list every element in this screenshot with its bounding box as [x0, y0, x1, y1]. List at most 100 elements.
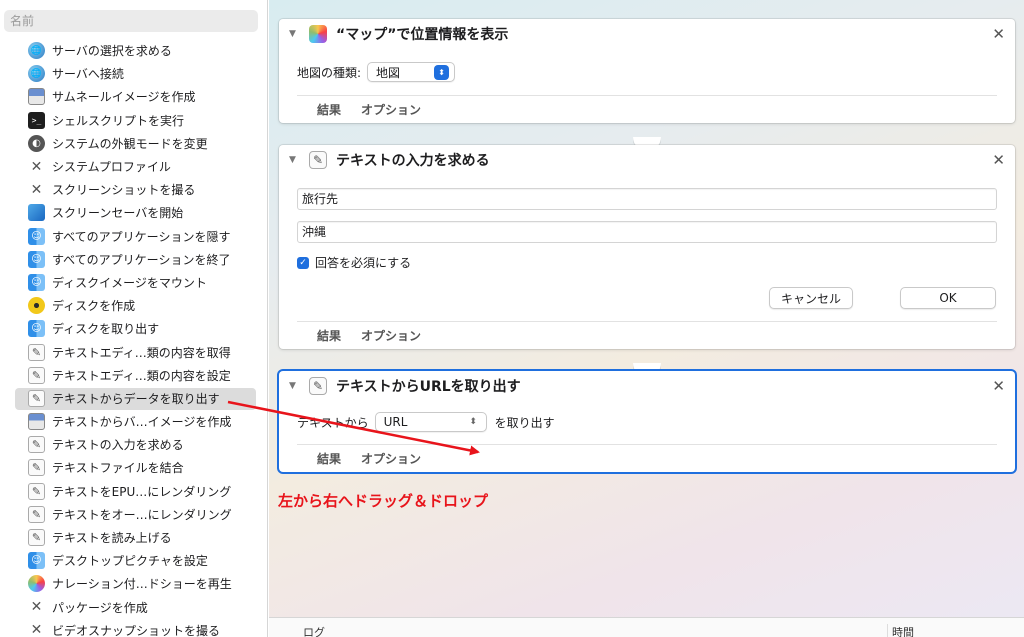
action-library: 名前 🌐 サーバの選択を求める 🌐 サーバへ接続 サムネールイメージを作成 >_ シェルスク…: [0, 0, 268, 637]
column-header-name[interactable]: 名前: [4, 10, 258, 32]
library-item-label: ビデオスナップショットを撮る: [52, 623, 221, 637]
library-item[interactable]: ✎ テキストをオー…にレンダリング: [0, 503, 267, 526]
tools-icon: ✕: [30, 599, 43, 616]
map-type-popup[interactable]: 地図 ⬍: [367, 62, 456, 82]
tab-results[interactable]: 結果: [317, 101, 341, 118]
library-item-label: ディスクを作成: [52, 299, 136, 314]
library-item-label: サーバへ接続: [52, 67, 124, 82]
finder-icon: ☺: [28, 320, 45, 338]
action-card-ask-for-text[interactable]: ▼ ✎ テキストの入力を求める ✕ 旅行先 沖縄 ✓ 回答を必須にする キャンセ…: [279, 145, 1015, 349]
library-item[interactable]: ✎ テキストをEPU…にレンダリング: [0, 480, 267, 503]
map-type-value: 地図: [376, 65, 401, 80]
photos-icon: [28, 575, 45, 593]
tools-icon: ✕: [30, 622, 43, 637]
updown-chevron-icon: ⬍: [469, 417, 477, 427]
preview-icon: [28, 413, 45, 431]
tab-results[interactable]: 結果: [317, 450, 341, 467]
library-item[interactable]: >_ シェルスクリプトを実行: [0, 109, 267, 132]
finder-icon: ☺: [28, 273, 45, 291]
tools-icon: ✕: [30, 158, 43, 175]
close-icon[interactable]: ✕: [992, 25, 1005, 43]
library-item[interactable]: サムネールイメージを作成: [0, 85, 267, 108]
library-item[interactable]: ✕ ビデオスナップショットを撮る: [0, 619, 267, 637]
library-item[interactable]: ✕ スクリーンショットを撮る: [0, 178, 267, 201]
maps-app-icon: [309, 25, 327, 43]
cancel-button[interactable]: キャンセル: [769, 287, 853, 309]
library-item[interactable]: ✎ テキストの入力を求める: [0, 433, 267, 456]
library-item[interactable]: ☺ すべてのアプリケーションを隠す: [0, 225, 267, 248]
library-item[interactable]: ☺ ディスクイメージをマウント: [0, 271, 267, 294]
default-answer-field[interactable]: 沖縄: [297, 221, 997, 243]
tab-options[interactable]: オプション: [361, 327, 421, 344]
chevron-down-icon[interactable]: ▼: [289, 381, 299, 391]
library-item[interactable]: 🌐 サーバへ接続: [0, 62, 267, 85]
question-field[interactable]: 旅行先: [297, 188, 997, 210]
screensaver-icon: [28, 204, 45, 222]
library-item[interactable]: ディスクを作成: [0, 294, 267, 317]
library-item-label: サーバの選択を求める: [52, 44, 172, 59]
card-tabs: 結果 オプション: [297, 95, 997, 123]
textedit-icon: ✎: [309, 151, 327, 169]
library-item-label: テキストエディ…類の内容を取得: [52, 345, 231, 360]
annotation-label: 左から右へドラッグ＆ドロップ: [278, 492, 489, 510]
extract-type-value: URL: [383, 415, 408, 429]
require-answer-label: 回答を必須にする: [315, 256, 412, 270]
library-item[interactable]: ◐ システムの外観モードを変更: [0, 132, 267, 155]
card-header: ▼ “マップ”で位置情報を表示 ✕: [279, 19, 1015, 49]
globe-icon: 🌐: [28, 65, 45, 83]
library-item-label: デスクトップピクチャを設定: [52, 554, 208, 569]
chevron-down-icon[interactable]: ▼: [289, 155, 299, 165]
ok-button[interactable]: OK: [900, 287, 996, 309]
library-item[interactable]: テキストからバ…イメージを作成: [0, 410, 267, 433]
extract-row: テキストから URL ⬍ を取り出す: [297, 412, 555, 432]
textedit-icon: ✎: [28, 482, 45, 500]
library-item[interactable]: ✎ テキストからデータを取り出す: [0, 387, 267, 410]
close-icon[interactable]: ✕: [992, 377, 1005, 395]
library-item[interactable]: ☺ ディスクを取り出す: [0, 317, 267, 340]
card-title: テキストの入力を求める: [336, 153, 490, 169]
library-item-label: テキストをEPU…にレンダリング: [52, 484, 232, 499]
textedit-icon: ✎: [28, 389, 45, 407]
chevron-down-icon[interactable]: ▼: [289, 29, 299, 39]
library-item[interactable]: ナレーション付…ドショーを再生: [0, 572, 267, 595]
library-item-label: スクリーンセーバを開始: [52, 206, 184, 221]
action-list: 🌐 サーバの選択を求める 🌐 サーバへ接続 サムネールイメージを作成 >_ シェルスクリプト…: [0, 39, 267, 637]
updown-chevron-icon: ⬍: [434, 64, 450, 80]
card-title: “マップ”で位置情報を表示: [336, 27, 509, 43]
card-header: ▼ ✎ テキストの入力を求める ✕: [279, 145, 1015, 175]
textedit-icon: ✎: [309, 377, 327, 395]
appearance-icon: ◐: [28, 134, 45, 152]
library-item-label: ナレーション付…ドショーを再生: [52, 577, 232, 592]
require-answer-row[interactable]: ✓ 回答を必須にする: [297, 254, 411, 271]
library-item-label: すべてのアプリケーションを隠す: [52, 229, 231, 244]
library-item-label: テキストファイルを結合: [52, 461, 184, 476]
tab-options[interactable]: オプション: [361, 101, 421, 118]
map-type-row: 地図の種類: 地図 ⬍: [297, 62, 456, 82]
library-item[interactable]: ☺ デスクトップピクチャを設定: [0, 549, 267, 572]
action-card-extract-urls-from-text[interactable]: ▼ ✎ テキストからURLを取り出す ✕ テキストから URL ⬍ を取り出す …: [279, 371, 1015, 472]
action-card-show-location-in-maps[interactable]: ▼ “マップ”で位置情報を表示 ✕ 地図の種類: 地図 ⬍ 結果 オプション: [279, 19, 1015, 123]
library-item[interactable]: スクリーンセーバを開始: [0, 201, 267, 224]
library-item[interactable]: ☺ すべてのアプリケーションを終了: [0, 248, 267, 271]
log-column-header[interactable]: ログ: [303, 624, 325, 637]
card-tabs: 結果 オプション: [297, 444, 997, 472]
library-item[interactable]: ✎ テキストを読み上げる: [0, 526, 267, 549]
library-item-label: ディスクイメージをマウント: [52, 275, 207, 290]
finder-icon: ☺: [28, 552, 45, 570]
library-item[interactable]: ✎ テキストエディ…類の内容を設定: [0, 364, 267, 387]
card-tabs: 結果 オプション: [297, 321, 997, 349]
extract-type-popup[interactable]: URL ⬍: [374, 412, 487, 432]
library-item[interactable]: 🌐 サーバの選択を求める: [0, 39, 267, 62]
terminal-icon: >_: [28, 111, 45, 129]
library-item[interactable]: ✕ システムプロファイル: [0, 155, 267, 178]
time-column-header[interactable]: 時間: [887, 624, 914, 637]
library-item[interactable]: ✎ テキストエディ…類の内容を取得: [0, 340, 267, 363]
tab-options[interactable]: オプション: [361, 450, 421, 467]
require-answer-checkbox[interactable]: ✓: [297, 256, 309, 269]
library-item-label: パッケージを作成: [52, 600, 148, 615]
library-item[interactable]: ✎ テキストファイルを結合: [0, 456, 267, 479]
close-icon[interactable]: ✕: [992, 151, 1005, 169]
textedit-icon: ✎: [28, 343, 45, 361]
tab-results[interactable]: 結果: [317, 327, 341, 344]
library-item[interactable]: ✕ パッケージを作成: [0, 596, 267, 619]
